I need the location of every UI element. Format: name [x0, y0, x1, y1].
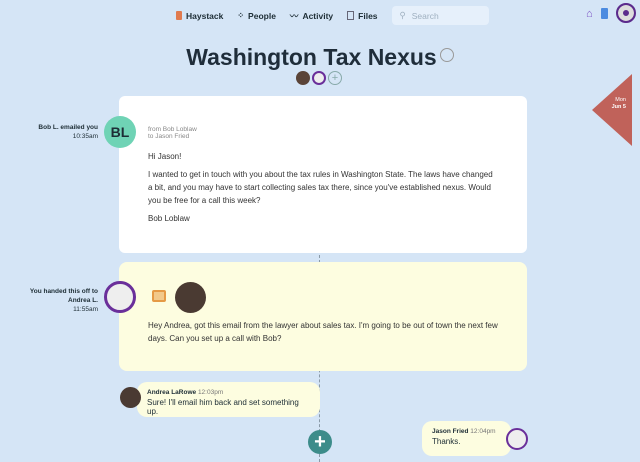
nav-haystack[interactable]: Haystack: [176, 11, 223, 21]
collaborators: +: [296, 71, 342, 85]
add-person-button[interactable]: +: [328, 71, 342, 85]
andrea-avatar: [175, 282, 206, 313]
handoff-card[interactable]: Hey Andrea, got this email from the lawy…: [119, 262, 527, 371]
email-from: from Bob Loblaw: [148, 126, 197, 133]
plus-icon: +: [314, 431, 326, 453]
andrea-avatar: [120, 387, 141, 408]
reply-jason: Jason Fried 12:04pm Thanks.: [422, 421, 511, 456]
email-side-label: Bob L. emailed you 10:35am: [38, 124, 98, 140]
user-avatar[interactable]: [616, 3, 636, 23]
search-input[interactable]: ⚲ Search: [391, 6, 489, 25]
home-icon[interactable]: ⌂: [586, 8, 593, 20]
email-card[interactable]: from Bob Loblaw to Jason Fried Hi Jason!…: [119, 96, 527, 253]
jason-avatar[interactable]: [312, 71, 326, 85]
andrea-avatar[interactable]: [296, 71, 310, 85]
bl-avatar: BL: [104, 116, 136, 148]
handoff-side-label: You handed this off to Andrea L. 11:55am: [29, 288, 98, 313]
flag-day: Mon: [615, 97, 626, 103]
email-body: I wanted to get in touch with you about …: [148, 170, 493, 205]
nav-activity[interactable]: 〰 Activity: [290, 10, 333, 22]
search-icon: ⚲: [399, 10, 406, 20]
activity-icon: 〰: [289, 10, 299, 21]
add-button[interactable]: +: [308, 430, 332, 454]
notes-icon[interactable]: [439, 48, 454, 62]
page-title: Washington Tax Nexus: [0, 44, 640, 71]
nav-people[interactable]: ⁘ People: [237, 11, 276, 21]
stack-icon: [176, 11, 182, 20]
hey-menu-icon[interactable]: [601, 8, 608, 19]
files-icon: [347, 11, 355, 20]
email-signature: Bob Loblaw: [148, 214, 190, 223]
reply-andrea: Andrea LaRowe 12:03pm Sure! I'll email h…: [137, 382, 320, 417]
flag-date: Jun 5: [611, 104, 626, 110]
jason-avatar: [506, 428, 528, 450]
people-icon: ⁘: [237, 11, 245, 20]
email-greeting: Hi Jason!: [148, 152, 182, 161]
nav-files[interactable]: Files: [347, 11, 378, 21]
email-to: to Jason Fried: [148, 133, 190, 140]
handoff-message: Hey Andrea, got this email from the lawy…: [148, 321, 498, 343]
handoff-icon: [152, 290, 166, 302]
top-nav: Haystack ⁘ People 〰 Activity Files ⚲ Search: [176, 6, 489, 25]
jason-avatar: [104, 281, 136, 313]
